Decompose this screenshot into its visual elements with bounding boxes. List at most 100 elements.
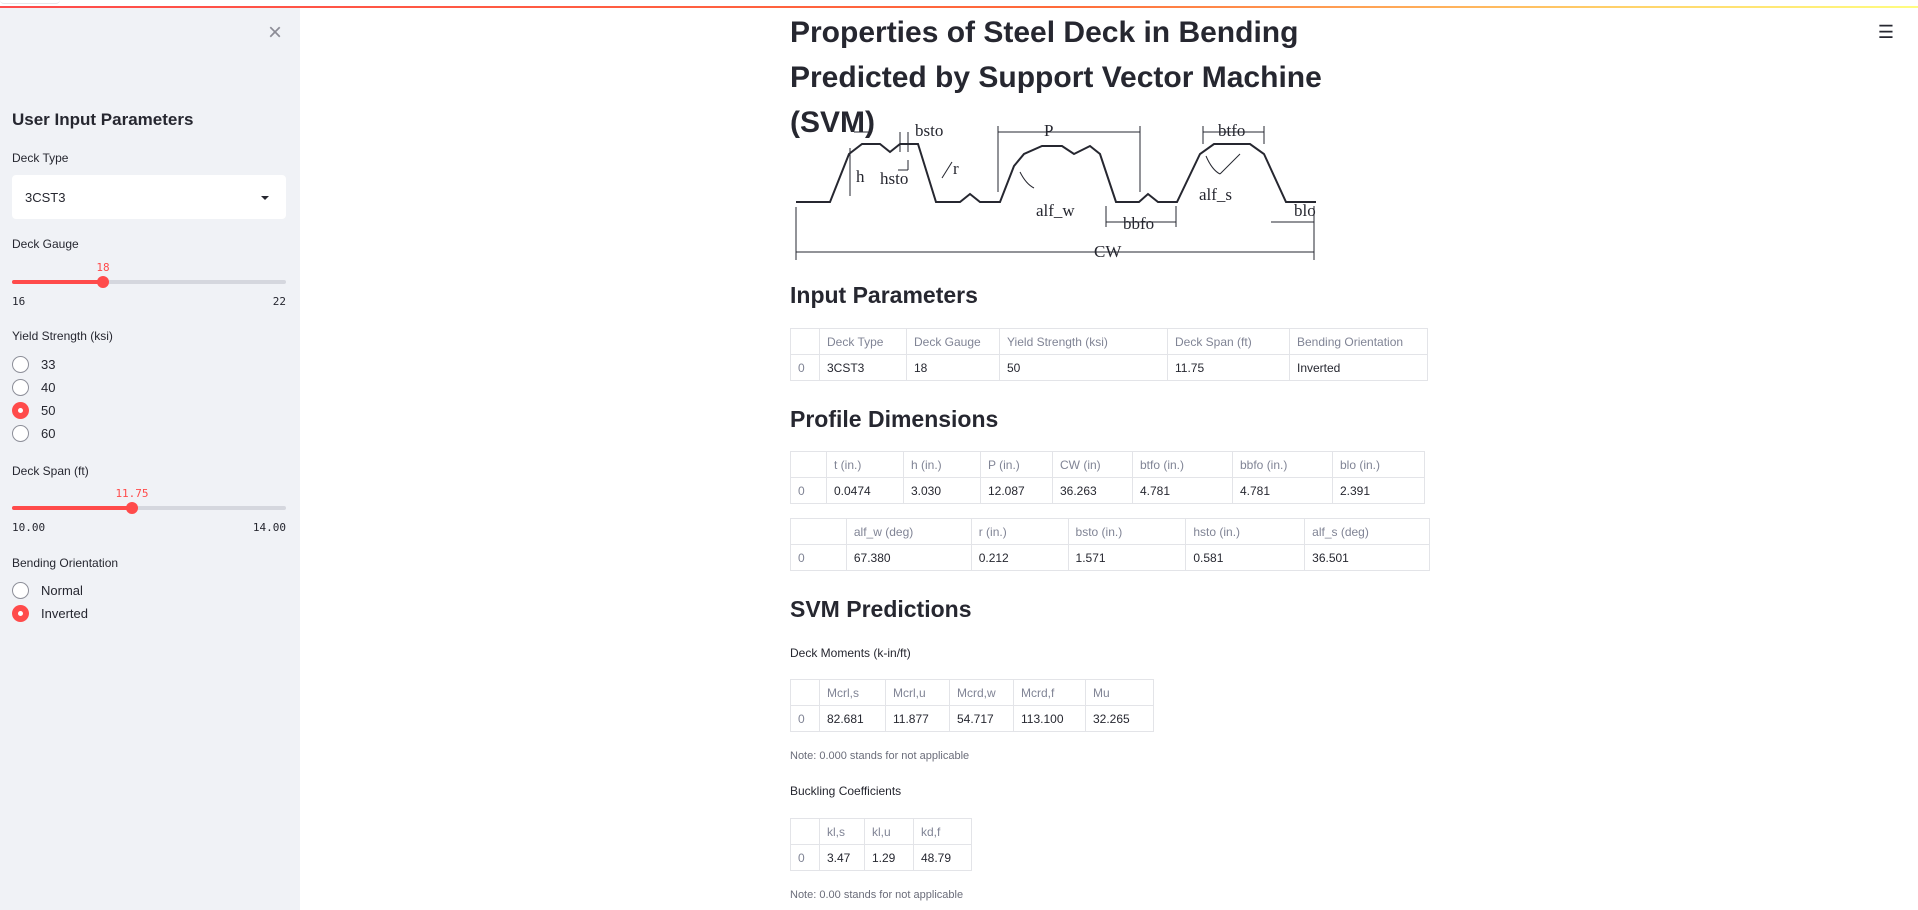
table-cell[interactable]: 48.79 (913, 844, 972, 871)
table-cell[interactable]: 0.581 (1185, 544, 1306, 571)
label-hsto: hsto (880, 169, 908, 188)
radio-yield-50[interactable]: 50 (12, 399, 55, 422)
table-cell[interactable]: 11.75 (1167, 354, 1290, 381)
hamburger-menu-icon[interactable]: ☰ (1876, 22, 1896, 42)
table-cell[interactable]: 2.391 (1332, 477, 1425, 504)
column-header-cell[interactable]: kl,s (819, 818, 865, 845)
label-bbfo: bbfo (1123, 214, 1154, 233)
row-index-cell[interactable]: 0 (790, 844, 820, 871)
table-header-row: t (in.) h (in.) P (in.) CW (in) btfo (in.) bb… (790, 451, 1425, 478)
table-row: 0 0.0474 3.030 12.087 36.263 4.781 4.781 2.391 (790, 477, 1425, 504)
slider-fill (12, 280, 103, 284)
column-header-cell[interactable]: Deck Span (ft) (1167, 328, 1290, 355)
column-header-cell[interactable]: Mcrd,w (949, 679, 1014, 706)
close-icon[interactable]: × (263, 21, 287, 45)
table-cell[interactable]: 82.681 (819, 705, 886, 732)
radio-yield-60[interactable]: 60 (12, 422, 55, 445)
index-header-cell[interactable] (790, 518, 847, 545)
column-header-cell[interactable]: r (in.) (970, 518, 1069, 545)
row-index-cell[interactable]: 0 (790, 705, 820, 732)
top-tab (0, 0, 60, 4)
column-header-cell[interactable]: CW (in) (1052, 451, 1133, 478)
slider-thumb[interactable] (126, 502, 138, 514)
profile-outline (796, 143, 1316, 203)
radio-label: Normal (41, 583, 83, 598)
table-cell[interactable]: 1.571 (1067, 544, 1187, 571)
column-header-cell[interactable]: btfo (in.) (1132, 451, 1233, 478)
table-cell[interactable]: 54.717 (949, 705, 1014, 732)
table-cell[interactable]: 3.47 (819, 844, 865, 871)
column-header-cell[interactable]: alf_s (deg) (1304, 518, 1430, 545)
slider-current-value: 18 (96, 261, 110, 274)
column-header-cell[interactable]: P (in.) (980, 451, 1053, 478)
column-header-cell[interactable]: blo (in.) (1332, 451, 1425, 478)
column-header-cell[interactable]: Deck Type (819, 328, 907, 355)
radio-circle-selected (12, 402, 29, 419)
deck-span-label: Deck Span (ft) (12, 464, 89, 478)
table-header-row: kl,s kl,u kd,f (790, 818, 972, 845)
svm-predictions-heading: SVM Predictions (790, 596, 972, 622)
column-header-cell[interactable]: kd,f (913, 818, 972, 845)
row-index-cell[interactable]: 0 (790, 354, 820, 381)
row-index-cell[interactable]: 0 (790, 544, 847, 571)
column-header-cell[interactable]: Mu (1085, 679, 1154, 706)
slider-min-label: 16 (12, 295, 26, 308)
row-index-cell[interactable]: 0 (790, 477, 827, 504)
column-header-cell[interactable]: Yield Strength (ksi) (999, 328, 1168, 355)
table-row: 0 3CST3 18 50 11.75 Inverted (790, 354, 1428, 381)
index-header-cell[interactable] (790, 818, 820, 845)
column-header-cell[interactable]: t (in.) (826, 451, 904, 478)
column-header-cell[interactable]: bbfo (in.) (1232, 451, 1333, 478)
table-cell[interactable]: 0.0474 (826, 477, 904, 504)
profile-dimensions-table-2: alf_w (deg) r (in.) bsto (in.) hsto (in.) al… (790, 518, 1430, 571)
radio-yield-40[interactable]: 40 (12, 376, 55, 399)
table-cell[interactable]: 4.781 (1232, 477, 1333, 504)
column-header-cell[interactable]: hsto (in.) (1185, 518, 1306, 545)
deck-type-label: Deck Type (12, 151, 69, 165)
table-cell[interactable]: 50 (999, 354, 1168, 381)
radio-yield-33[interactable]: 33 (12, 353, 55, 376)
label-btfo: btfo (1218, 121, 1245, 140)
table-cell[interactable]: 113.100 (1013, 705, 1086, 732)
slider-max-label: 22 (272, 295, 286, 308)
column-header-cell[interactable]: Mcrl,u (885, 679, 950, 706)
table-cell[interactable]: Inverted (1289, 354, 1428, 381)
column-header-cell[interactable]: kl,u (864, 818, 914, 845)
index-header-cell[interactable] (790, 679, 820, 706)
table-row: 0 67.380 0.212 1.571 0.581 36.501 (790, 544, 1430, 571)
deck-type-select[interactable]: 3CST3 (12, 175, 286, 219)
yield-strength-label: Yield Strength (ksi) (12, 329, 113, 343)
table-cell[interactable]: 36.501 (1304, 544, 1430, 571)
column-header-cell[interactable]: alf_w (deg) (845, 518, 972, 545)
deck-gauge-slider[interactable]: 18 16 22 (12, 261, 286, 308)
index-header-cell[interactable] (790, 328, 820, 355)
radio-orientation-normal[interactable]: Normal (12, 579, 88, 602)
table-cell[interactable]: 18 (906, 354, 1000, 381)
table-cell[interactable]: 1.29 (864, 844, 914, 871)
table-cell[interactable]: 0.212 (970, 544, 1069, 571)
slider-thumb[interactable] (97, 276, 109, 288)
slider-current-value: 11.75 (115, 487, 149, 500)
table-cell[interactable]: 12.087 (980, 477, 1053, 504)
table-cell[interactable]: 32.265 (1085, 705, 1154, 732)
table-cell[interactable]: 36.263 (1052, 477, 1133, 504)
table-cell[interactable]: 67.380 (845, 544, 972, 571)
column-header-cell[interactable]: h (in.) (903, 451, 981, 478)
column-header-cell[interactable]: Mcrd,f (1013, 679, 1086, 706)
sidebar: × User Input Parameters Deck Type 3CST3 … (0, 8, 300, 910)
table-cell[interactable]: 3.030 (903, 477, 981, 504)
column-header-cell[interactable]: Deck Gauge (906, 328, 1000, 355)
column-header-cell[interactable]: Mcrl,s (819, 679, 886, 706)
deck-moments-table: Mcrl,s Mcrl,u Mcrd,w Mcrd,f Mu 0 82.681 11.877 5… (790, 679, 1154, 732)
table-cell[interactable]: 11.877 (885, 705, 950, 732)
deck-span-slider[interactable]: 11.75 10.00 14.00 (12, 487, 286, 534)
column-header-cell[interactable]: Bending Orientation (1289, 328, 1428, 355)
column-header-cell[interactable]: bsto (in.) (1067, 518, 1187, 545)
radio-orientation-inverted[interactable]: Inverted (12, 602, 88, 625)
table-cell[interactable]: 3CST3 (819, 354, 907, 381)
bending-orientation-label: Bending Orientation (12, 556, 119, 570)
deck-moments-note: Note: 0.000 stands for not applicable (790, 750, 970, 762)
index-header-cell[interactable] (790, 451, 827, 478)
top-decoration-bar (0, 0, 1918, 8)
table-cell[interactable]: 4.781 (1132, 477, 1233, 504)
